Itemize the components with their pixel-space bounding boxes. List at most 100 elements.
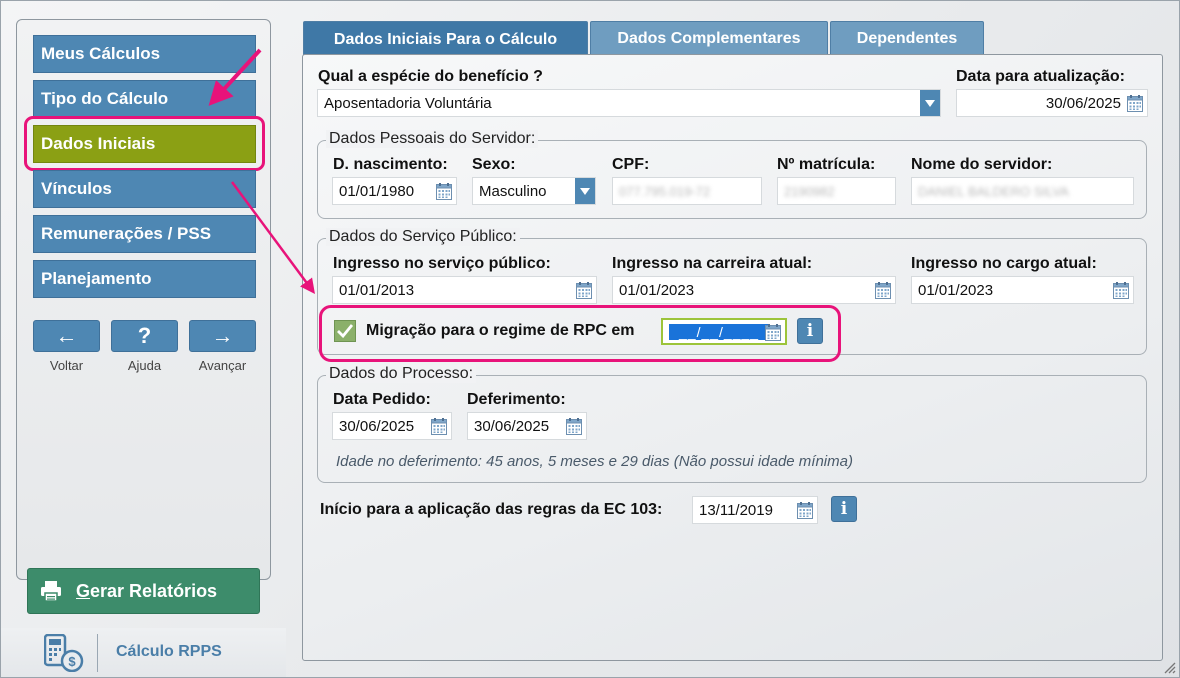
ec103-field[interactable]: 13/11/2019 <box>692 496 818 524</box>
calendar-icon[interactable] <box>436 183 452 200</box>
migracao-label: Migração para o regime de RPC em <box>366 322 635 339</box>
nome-label: Nome do servidor: <box>911 156 1053 173</box>
ingresso-value: 01/01/2013 <box>339 281 415 299</box>
sidebar-item-label: Tipo do Cálculo <box>41 89 169 108</box>
ec103-value: 13/11/2019 <box>699 501 773 519</box>
app-footer: $ Cálculo RPPS <box>0 628 286 678</box>
footer-separator <box>97 634 98 672</box>
checkmark-icon <box>337 324 353 338</box>
cargo-label: Ingresso no cargo atual: <box>911 255 1097 272</box>
sidebar-item-vinculos[interactable]: Vínculos <box>33 170 256 208</box>
calendar-icon[interactable] <box>1113 282 1129 299</box>
ingresso-label: Ingresso no serviço público: <box>333 255 551 272</box>
tab-label: Dependentes <box>856 29 958 47</box>
idade-deferimento-note: Idade no deferimento: 45 anos, 5 meses e… <box>336 453 853 470</box>
ec103-label: Início para a aplicação das regras da EC… <box>320 501 663 518</box>
help-button[interactable]: ? <box>111 320 178 352</box>
carreira-label: Ingresso na carreira atual: <box>612 255 813 272</box>
sidebar-item-label: Meus Cálculos <box>41 44 161 63</box>
pedido-value: 30/06/2025 <box>339 417 415 435</box>
ec103-info-button[interactable]: i <box>831 496 857 522</box>
calendar-icon[interactable] <box>1127 95 1143 112</box>
question-mark-icon: ? <box>137 323 152 348</box>
sidebar-item-planejamento[interactable]: Planejamento <box>33 260 256 298</box>
help-label: Ajuda <box>127 358 162 373</box>
sexo-value: Masculino <box>479 182 547 200</box>
nome-field[interactable]: DANIEL BALDERO SILVA <box>911 177 1134 205</box>
deferimento-field[interactable]: 30/06/2025 <box>467 412 587 440</box>
nasc-value: 01/01/1980 <box>339 182 415 200</box>
back-button[interactable]: ← <box>33 320 100 352</box>
migracao-checkbox[interactable] <box>334 320 356 342</box>
arrow-right-icon: → <box>211 323 234 348</box>
app-name: Cálculo RPPS <box>116 643 222 660</box>
nasc-label: D. nascimento: <box>333 156 448 173</box>
info-icon: i <box>806 321 814 341</box>
matricula-field[interactable]: 2190982 <box>777 177 896 205</box>
matricula-label: Nº matrícula: <box>777 156 876 173</box>
calendar-icon[interactable] <box>797 502 813 519</box>
sidebar-item-label: Vínculos <box>41 179 112 198</box>
data-atualizacao-field[interactable]: 30/06/2025 <box>956 89 1148 117</box>
deferimento-label: Deferimento: <box>467 391 566 408</box>
migracao-info-button[interactable]: i <box>797 318 823 344</box>
sidebar-item-remuneracoes-pss[interactable]: Remunerações / PSS <box>33 215 256 253</box>
forward-label: Avançar <box>198 358 247 373</box>
tab-label: Dados Iniciais Para o Cálculo <box>333 30 558 48</box>
ingresso-field[interactable]: 01/01/2013 <box>332 276 597 304</box>
tab-dependentes[interactable]: Dependentes <box>830 21 984 55</box>
forward-button[interactable]: → <box>189 320 256 352</box>
sidebar-item-label: Remunerações / PSS <box>41 224 212 243</box>
carreira-field[interactable]: 01/01/2023 <box>612 276 896 304</box>
pessoais-legend: Dados Pessoais do Servidor: <box>326 130 539 148</box>
sexo-select[interactable]: Masculino <box>472 177 596 205</box>
migracao-date-value: __/__/____ <box>669 323 770 340</box>
pedido-label: Data Pedido: <box>333 391 431 408</box>
cargo-field[interactable]: 01/01/2023 <box>911 276 1134 304</box>
calendar-icon[interactable] <box>566 418 582 435</box>
pedido-field[interactable]: 30/06/2025 <box>332 412 452 440</box>
beneficio-label: Qual a espécie do benefício ? <box>318 68 543 85</box>
carreira-value: 01/01/2023 <box>619 281 695 299</box>
sidebar-item-tipo-do-calculo[interactable]: Tipo do Cálculo <box>33 80 256 118</box>
resize-grip-icon[interactable] <box>1162 660 1176 674</box>
nasc-field[interactable]: 01/01/1980 <box>332 177 457 205</box>
cpf-value: 077.795.019-72 <box>619 183 711 199</box>
sidebar-item-label: Planejamento <box>41 269 152 288</box>
generate-reports-label: Gerar Relatórios <box>76 580 218 601</box>
beneficio-value: Aposentadoria Voluntária <box>324 94 492 112</box>
tab-label: Dados Complementares <box>617 29 801 47</box>
data-atualizacao-value: 30/06/2025 <box>1045 94 1121 112</box>
sidebar-item-dados-iniciais[interactable]: Dados Iniciais <box>33 125 256 163</box>
chevron-down-icon[interactable] <box>575 178 595 204</box>
tab-dados-iniciais[interactable]: Dados Iniciais Para o Cálculo <box>303 21 588 57</box>
calendar-icon[interactable] <box>875 282 891 299</box>
sexo-label: Sexo: <box>472 156 516 173</box>
printer-icon <box>41 581 61 602</box>
beneficio-select[interactable]: Aposentadoria Voluntária <box>317 89 941 117</box>
calculator-money-icon: $ <box>44 634 84 672</box>
cpf-label: CPF: <box>612 156 650 173</box>
data-atualizacao-label: Data para atualização: <box>956 68 1125 85</box>
back-label: Voltar <box>49 358 84 373</box>
sidebar-item-label: Dados Iniciais <box>41 134 156 153</box>
deferimento-value: 30/06/2025 <box>474 417 550 435</box>
tab-dados-complementares[interactable]: Dados Complementares <box>590 21 828 55</box>
migracao-date-field[interactable]: __/__/____ <box>661 318 787 345</box>
sidebar-item-meus-calculos[interactable]: Meus Cálculos <box>33 35 256 73</box>
calendar-icon[interactable] <box>765 324 781 341</box>
info-icon: i <box>840 499 848 519</box>
servico-legend: Dados do Serviço Público: <box>326 228 520 246</box>
generate-reports-button[interactable]: Gerar Relatórios <box>27 568 260 614</box>
calendar-icon[interactable] <box>431 418 447 435</box>
chevron-down-icon[interactable] <box>920 90 940 116</box>
nome-value: DANIEL BALDERO SILVA <box>918 183 1069 199</box>
cargo-value: 01/01/2023 <box>918 281 994 299</box>
arrow-left-icon: ← <box>55 323 78 348</box>
calendar-icon[interactable] <box>576 282 592 299</box>
matricula-value: 2190982 <box>784 183 835 199</box>
sidebar: Meus Cálculos Tipo do Cálculo Dados Inic… <box>16 19 271 580</box>
cpf-field[interactable]: 077.795.019-72 <box>612 177 762 205</box>
svg-text:$: $ <box>68 654 76 669</box>
processo-legend: Dados do Processo: <box>326 365 477 383</box>
